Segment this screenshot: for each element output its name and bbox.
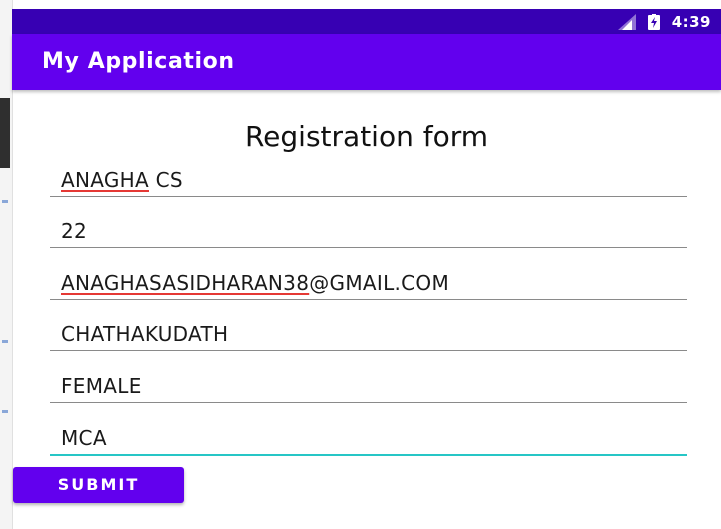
signal-icon (617, 13, 636, 30)
age-field[interactable]: 22 (50, 207, 687, 248)
course-field[interactable]: MCA (50, 414, 687, 456)
spellcheck-marked-text: ANAGHA (61, 168, 149, 192)
status-icons: 4:39 (617, 9, 711, 34)
status-time: 4:39 (671, 12, 711, 31)
background-window-mark (2, 200, 8, 203)
address-field[interactable]: CHATHAKUDATH (50, 310, 687, 351)
form-title: Registration form (244, 120, 489, 153)
submit-button[interactable]: SUBMIT (13, 467, 184, 503)
name-field[interactable]: ANAGHA CS (50, 156, 687, 197)
app-bar: My Application (12, 34, 721, 90)
app-screen: 4:39 My Application Registration form AN… (0, 0, 721, 529)
battery-charging-icon (647, 13, 660, 30)
name-field-value: ANAGHA CS (61, 168, 183, 192)
age-field-value: 22 (61, 219, 88, 243)
background-window-strip (0, 98, 10, 168)
email-field-value: ANAGHASASIDHARAN38@GMAIL.COM (61, 271, 450, 295)
gender-field-value: FEMALE (61, 374, 142, 398)
gender-field[interactable]: FEMALE (50, 362, 687, 403)
app-title: My Application (42, 49, 235, 74)
spellcheck-marked-text: ANAGHASASIDHARAN38 (61, 271, 310, 295)
course-field-value: MCA (61, 426, 107, 450)
email-field[interactable]: ANAGHASASIDHARAN38@GMAIL.COM (50, 259, 687, 300)
background-window-mark (2, 410, 8, 413)
background-window-mark (2, 340, 8, 343)
status-bar: 4:39 (12, 9, 721, 34)
address-field-value: CHATHAKUDATH (61, 322, 229, 346)
